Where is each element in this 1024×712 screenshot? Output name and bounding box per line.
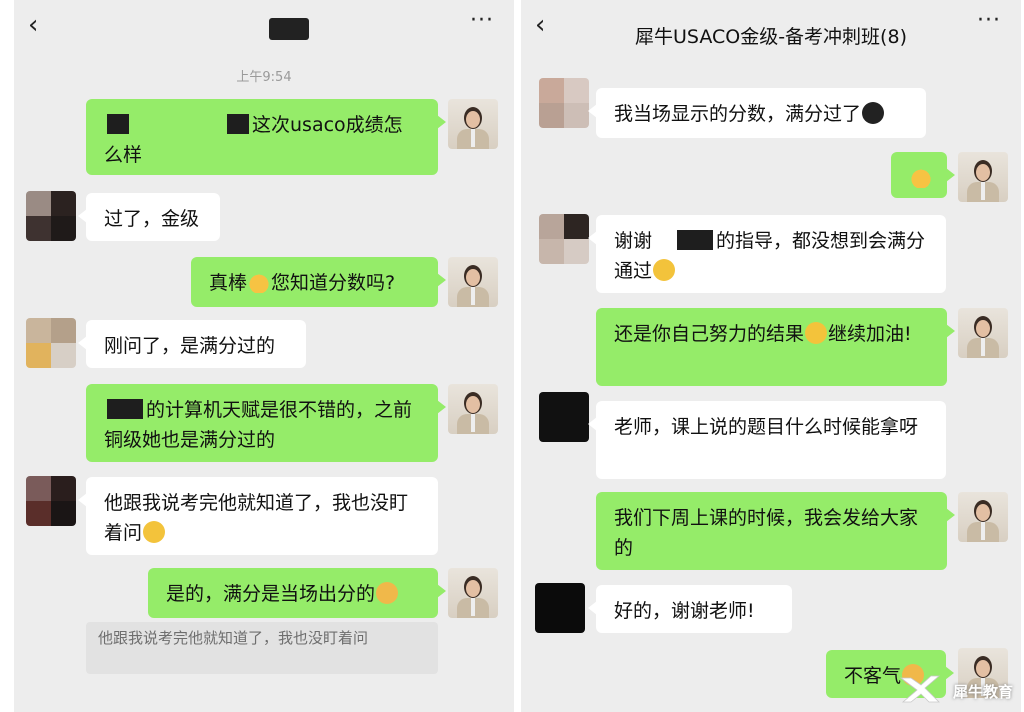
back-icon[interactable]: ‹ [535,10,545,40]
thumbs-up-icon [910,166,932,188]
penguin-icon [862,102,885,124]
redacted-name [677,230,714,250]
back-icon[interactable]: ‹ [28,10,38,40]
message-bubble[interactable]: 我当场显示的分数，满分过了 [588,88,926,138]
rhino-logo-icon [899,675,941,703]
redacted-contact-name [269,18,309,40]
redacted-name [107,399,143,419]
chat-panel-left: ‹ ··· 上午9:54 这次usaco成绩怎么样 过了，金级 真棒 您知道分数吗… [14,0,514,712]
timestamp: 上午9:54 [236,70,292,85]
chat-header: ‹ 犀牛USACO金级-备考冲刺班(8) ··· [521,0,1021,60]
avatar-self[interactable] [958,152,1008,202]
avatar-contact[interactable] [26,191,76,241]
message-bubble[interactable]: 过了，金级 [78,193,220,241]
redacted-name [227,114,249,134]
redacted-name [107,114,129,134]
message-bubble[interactable]: 好的，谢谢老师! [588,585,792,633]
avatar-self[interactable] [958,492,1008,542]
avatar-contact[interactable] [26,318,76,368]
smiling-face-icon [653,259,676,281]
clap-icon [376,582,399,604]
grinning-face-icon [805,322,828,344]
more-options-icon[interactable]: ··· [977,8,1001,33]
chat-panel-right: ‹ 犀牛USACO金级-备考冲刺班(8) ··· 我当场显示的分数，满分过了 谢… [521,0,1021,712]
message-bubble[interactable]: 这次usaco成绩怎么样 [86,99,446,175]
avatar-contact[interactable] [535,583,585,633]
avatar-self[interactable] [958,308,1008,358]
avatar-contact[interactable] [539,214,589,264]
message-bubble[interactable]: 真棒 您知道分数吗? [191,257,446,307]
avatar-contact[interactable] [539,392,589,442]
message-bubble[interactable]: 老师，课上说的题目什么时候能拿呀 [588,401,946,479]
message-bubble[interactable]: 谢谢 的指导，都没想到会满分通过 [588,215,946,293]
avatar-self[interactable] [448,384,498,434]
chat-header: ‹ ··· [14,0,514,60]
message-bubble[interactable]: 是的，满分是当场出分的 [148,568,446,618]
message-bubble[interactable]: 还是你自己努力的结果 继续加油! [596,308,955,386]
message-bubble[interactable]: 的计算机天赋是很不错的，之前铜级她也是满分过的 [86,384,446,462]
message-bubble[interactable]: 他跟我说考完他就知道了，我也没盯着问 [78,477,438,555]
grinning-face-icon [143,521,166,543]
message-bubble[interactable] [891,152,955,198]
quoted-message[interactable]: 他跟我说考完他就知道了，我也没盯着问 [86,622,438,674]
message-bubble[interactable]: 我们下周上课的时候，我会发给大家的 [596,492,955,570]
avatar-self[interactable] [448,568,498,618]
avatar-contact[interactable] [26,476,76,526]
watermark: 犀牛教育 [952,683,1013,701]
avatar-self[interactable] [448,99,498,149]
avatar-self[interactable] [448,257,498,307]
thumbs-up-icon [248,271,271,293]
message-bubble[interactable]: 刚问了，是满分过的 [78,320,306,368]
group-title: 犀牛USACO金级-备考冲刺班(8) [635,26,907,48]
more-options-icon[interactable]: ··· [470,8,494,33]
avatar-contact[interactable] [539,78,589,128]
